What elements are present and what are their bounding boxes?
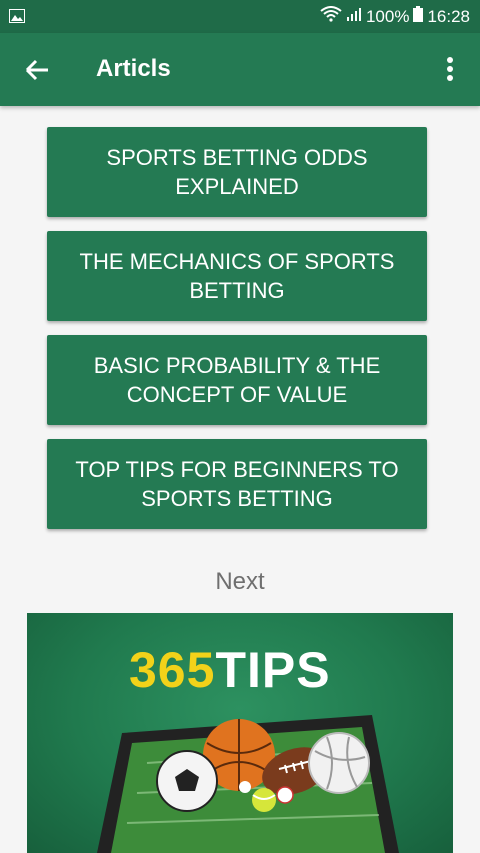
article-list: SPORTS BETTING ODDS EXPLAINED THE MECHAN… — [47, 127, 427, 543]
wifi-icon — [320, 6, 342, 27]
banner-logo-number: 365 — [129, 642, 216, 698]
article-button[interactable]: BASIC PROBABILITY & THE CONCEPT OF VALUE — [47, 335, 427, 425]
banner-logo: 365TIPS — [129, 641, 331, 699]
page-title: Articls — [96, 55, 171, 82]
next-link[interactable]: Next — [0, 568, 480, 596]
article-button[interactable]: THE MECHANICS OF SPORTS BETTING — [47, 231, 427, 321]
overflow-menu-icon[interactable] — [438, 55, 462, 85]
article-button[interactable]: SPORTS BETTING ODDS EXPLAINED — [47, 127, 427, 217]
article-button[interactable]: TOP TIPS FOR BEGINNERS TO SPORTS BETTING — [47, 439, 427, 529]
back-arrow-icon[interactable] — [22, 55, 52, 85]
battery-percent: 100% — [365, 6, 410, 26]
battery-icon — [413, 6, 424, 27]
banner-logo-word: TIPS — [215, 642, 331, 698]
gallery-notification-icon — [9, 8, 25, 28]
clock: 16:28 — [427, 6, 470, 26]
status-bar: 100% 16:28 — [0, 0, 480, 33]
ad-banner[interactable]: 365TIPS — [27, 613, 453, 853]
phone-with-sports-balls-illustration — [97, 715, 399, 853]
signal-icon — [346, 6, 362, 27]
app-bar: Articls — [0, 33, 480, 106]
